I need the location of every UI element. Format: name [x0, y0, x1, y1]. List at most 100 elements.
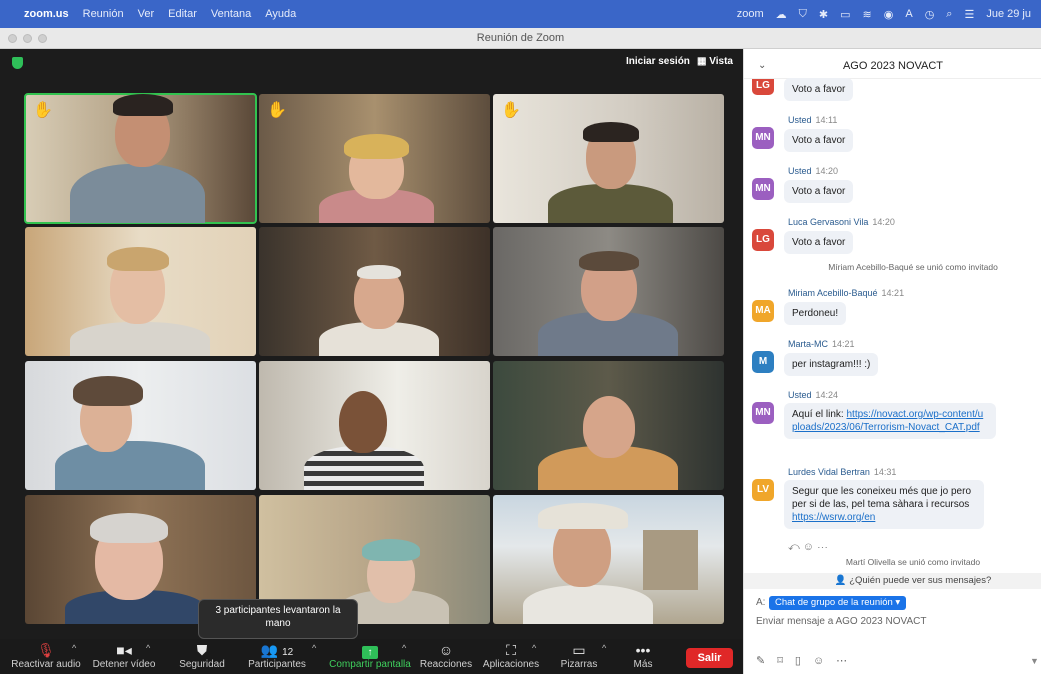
security-shield-icon: ⛊	[196, 642, 208, 658]
chat-input[interactable]: Enviar mensaje a AGO 2023 NOVACT	[756, 616, 926, 627]
raised-hand-icon: ✋	[33, 102, 53, 119]
add-reaction-icon[interactable]: ☺	[803, 541, 817, 553]
minimize-window-button[interactable]	[23, 34, 32, 43]
more-tools-icon[interactable]: ⋯	[836, 655, 859, 667]
who-can-see-label: ¿Quién puede ver sus mensajes?	[849, 575, 992, 586]
who-can-see-banner[interactable]: 👤 ¿Quién puede ver sus mensajes?	[744, 573, 1041, 589]
message-author: Marta-MC	[788, 339, 828, 349]
message-bubble: Voto a favor	[784, 180, 854, 203]
menu-meeting[interactable]: Reunión	[83, 8, 124, 20]
bluetooth-icon[interactable]: ✱	[819, 8, 828, 21]
video-tile[interactable]: ✋	[493, 94, 724, 223]
keyboard-icon[interactable]: A	[905, 8, 912, 20]
window-titlebar: Reunión de Zoom	[0, 28, 1041, 49]
raised-hands-tooltip: 3 participantes levantaron la mano	[198, 599, 358, 639]
chat-header: ⌄ AGO 2023 NOVACT	[744, 49, 1041, 79]
shield-tray-icon[interactable]: ⛉	[799, 8, 807, 21]
avatar: LV	[752, 479, 774, 501]
reactions-smiley-icon: ☺	[438, 642, 454, 658]
play-icon[interactable]: ◉	[884, 8, 894, 21]
avatar: MN	[752, 127, 774, 149]
filter-icon[interactable]: ▼	[1030, 656, 1039, 666]
participants-button[interactable]: 👥 12 Participantes	[246, 639, 308, 674]
control-center-icon[interactable]: ☰	[964, 8, 974, 21]
traffic-lights	[8, 34, 47, 43]
system-message: Martí Olivella se unió como invitado	[845, 557, 981, 567]
format-icon[interactable]: ✎	[756, 655, 777, 667]
message-author: Lurdes Vidal Bertran	[788, 467, 870, 477]
video-tile[interactable]	[25, 361, 256, 490]
emoji-icon[interactable]: ☺	[813, 655, 836, 667]
message-meta: Usted 14:20	[788, 166, 838, 176]
reactions-button[interactable]: ☺ Reacciones	[418, 639, 474, 674]
message-time: 14:20	[815, 166, 839, 176]
message-bubble: Voto a favor	[784, 129, 854, 152]
menu-window[interactable]: Ventana	[211, 8, 251, 20]
menu-view[interactable]: Ver	[138, 8, 155, 20]
battery-icon[interactable]: ▭	[840, 8, 850, 21]
zoom-tray-label[interactable]: zoom	[737, 8, 764, 20]
message-author: Miriam Acebillo-Baqué	[788, 288, 878, 298]
video-options-chevron[interactable]: ^	[146, 643, 150, 653]
video-tile[interactable]	[259, 227, 490, 356]
menu-help[interactable]: Ayuda	[265, 8, 296, 20]
cloud-icon[interactable]: ☁	[776, 8, 787, 21]
share-screen-icon: ↑	[362, 646, 378, 659]
message-author: Usted	[788, 115, 812, 125]
share-options-chevron[interactable]: ^	[402, 643, 406, 653]
message-author: Usted	[788, 166, 812, 176]
more-button[interactable]: ••• Más	[626, 639, 660, 674]
message-time: 14:21	[832, 339, 855, 349]
avatar: MA	[752, 300, 774, 322]
message-author: Usted	[788, 390, 812, 400]
share-screen-button[interactable]: ↑ Compartir pantalla	[328, 639, 412, 674]
raised-hand-icon: ✋	[267, 102, 287, 119]
spotlight-icon[interactable]: ⌕	[946, 8, 952, 21]
chat-title: AGO 2023 NOVACT	[842, 60, 944, 72]
whiteboards-button[interactable]: ▭ Pizarras	[556, 639, 602, 674]
message-time: 14:11	[815, 115, 838, 125]
apps-options-chevron[interactable]: ^	[532, 643, 536, 653]
people-icon: 👤	[834, 575, 850, 586]
chevron-down-icon[interactable]: ⌄	[758, 49, 766, 83]
video-tile[interactable]	[493, 361, 724, 490]
menu-date[interactable]: Jue 29 ju	[986, 8, 1031, 20]
more-options-icon[interactable]: ⋯	[817, 541, 831, 553]
video-tile[interactable]: ✋	[24, 93, 257, 224]
recipient-dropdown[interactable]: Chat de grupo de la reunión ▾	[769, 596, 907, 610]
view-label: Vista	[709, 56, 733, 67]
participants-options-chevron[interactable]: ^	[312, 643, 316, 653]
video-tile[interactable]: ✋	[259, 94, 490, 223]
video-tile[interactable]	[493, 495, 724, 624]
video-tile[interactable]	[25, 227, 256, 356]
message-meta: Lurdes Vidal Bertran 14:31	[788, 467, 896, 477]
clock-icon[interactable]: ◷	[925, 8, 935, 21]
whiteboards-options-chevron[interactable]: ^	[602, 643, 606, 653]
video-tile[interactable]	[493, 227, 724, 356]
video-tile[interactable]	[259, 361, 490, 490]
reply-icon[interactable]: ⤺	[788, 541, 803, 553]
message-meta: Usted 14:11	[788, 115, 837, 125]
message-text: Segur que les coneixeu més que jo pero p…	[792, 486, 972, 510]
video-gallery: Iniciar sesión ▦ Vista ✋ ✋ ✋ 3 participa…	[0, 49, 743, 639]
message-bubble: per instagram!!! :)	[784, 353, 879, 376]
meeting-toolbar: 🎙 Reactivar audio ^ ■◂ Detener vídeo ^ ⛊…	[0, 639, 743, 674]
message-meta: Luca Gervasoni Vila 14:20	[788, 217, 895, 227]
audio-options-chevron[interactable]: ^	[72, 643, 76, 653]
menu-edit[interactable]: Editar	[168, 8, 197, 20]
menu-app[interactable]: zoom.us	[24, 8, 69, 20]
file-icon[interactable]: ▯	[795, 655, 813, 667]
signin-button[interactable]: Iniciar sesión	[626, 56, 690, 67]
zoom-window-button[interactable]	[38, 34, 47, 43]
message-bubble: Segur que les coneixeu més que jo pero p…	[784, 480, 984, 529]
view-button[interactable]: ▦ Vista	[697, 56, 733, 67]
message-link[interactable]: https://wsrw.org/en	[792, 512, 875, 523]
close-window-button[interactable]	[8, 34, 17, 43]
wifi-icon[interactable]: ≋	[863, 8, 872, 21]
encryption-shield-icon[interactable]	[12, 57, 23, 69]
participant-count: 12	[282, 647, 294, 658]
leave-button[interactable]: Salir	[686, 648, 733, 668]
security-button[interactable]: ⛊ Seguridad	[176, 639, 228, 674]
screenshot-icon[interactable]: ⌑	[777, 655, 795, 667]
participants-icon: 👥	[260, 642, 279, 658]
